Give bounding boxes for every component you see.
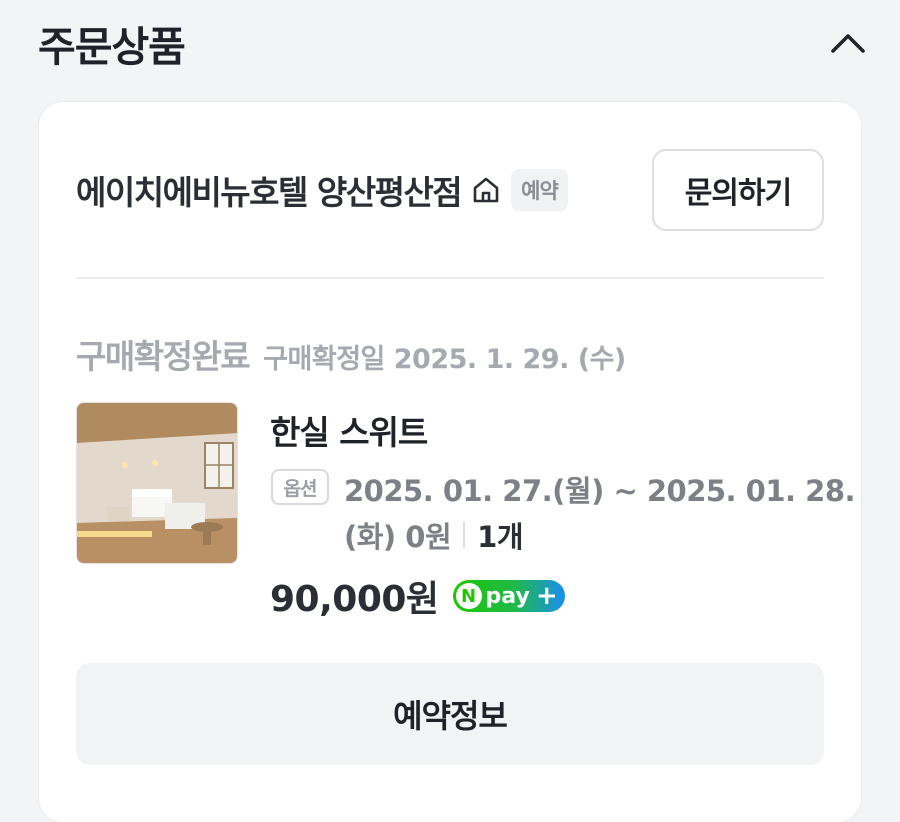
naver-n-icon: N (455, 583, 482, 609)
npay-plus-badge: N pay + (452, 580, 565, 612)
option-dates: 2025. 01. 27.(월) ~ 2025. 01. 28. (344, 474, 856, 508)
store-name[interactable]: 에이치에비뉴호텔 양산평산점 (76, 166, 463, 214)
product-name[interactable]: 한실 스위트 (270, 406, 428, 454)
product-image[interactable] (76, 402, 238, 564)
collapse-button[interactable] (826, 21, 870, 65)
quantity: 1개 (477, 520, 524, 554)
order-status: 구매확정완료 (76, 337, 251, 376)
section-header: 주문상품 (38, 12, 870, 74)
order-card: 에이치에비뉴호텔 양산평산점 예약 문의하기 구매확정완료 구매확정일 2025… (39, 102, 861, 822)
store-row: 에이치에비뉴호텔 양산평산점 예약 문의하기 (76, 149, 824, 231)
chevron-up-icon (831, 34, 865, 53)
separator (463, 522, 466, 548)
section-title: 주문상품 (38, 23, 186, 71)
inquiry-button[interactable]: 문의하기 (652, 149, 824, 231)
option-day-price: (화) 0원 (344, 520, 452, 554)
order-status-row: 구매확정완료 구매확정일 2025. 1. 29. (수) (76, 330, 626, 378)
reservation-info-button[interactable]: 예약정보 (76, 663, 824, 765)
confirm-date: 구매확정일 2025. 1. 29. (수) (263, 344, 626, 375)
option-details: (화) 0원 1개 (344, 514, 524, 556)
pay-label: pay (485, 583, 530, 609)
option-badge: 옵션 (271, 469, 329, 505)
price-row: 90,000원 N pay + (270, 570, 565, 622)
plus-icon: + (535, 581, 558, 611)
home-icon (471, 174, 503, 206)
price: 90,000원 (270, 579, 439, 620)
reservation-badge: 예약 (511, 169, 568, 211)
divider (76, 277, 824, 279)
